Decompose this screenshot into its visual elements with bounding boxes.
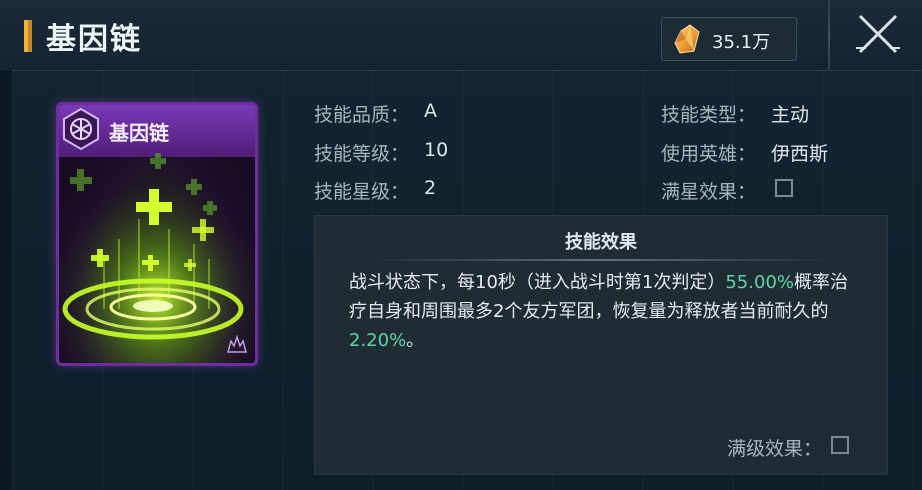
effect-title-divider (371, 259, 831, 261)
max-level-label: 满级效果： (727, 438, 823, 460)
header-divider (828, 0, 830, 70)
effect-heal-value: 2.20% (349, 330, 407, 351)
currency-value: 35.1万 (712, 32, 771, 53)
skill-quality-value: A (424, 100, 437, 122)
effect-text-part-1: 战斗状态下，每10秒（进入战斗时第1次判定） (349, 272, 726, 293)
hero-label: 使用英雄： (661, 143, 757, 165)
max-star-label: 满星效果： (661, 181, 757, 203)
skill-type-value: 主动 (771, 104, 810, 126)
skill-type-label: 技能类型： (661, 104, 757, 126)
header-bar: 基因链 35.1万 (0, 0, 922, 70)
crystal-icon (674, 24, 700, 54)
gene-chain-art (59, 149, 255, 363)
effect-chance-value: 55.00% (725, 272, 794, 293)
hero-value: 伊西斯 (771, 143, 829, 165)
skill-effect-box: 技能效果 战斗状态下，每10秒（进入战斗时第1次判定）55.00%概率治疗自身和… (314, 215, 888, 475)
skill-star-label: 技能星级： (314, 181, 410, 203)
max-level-checkbox[interactable] (831, 436, 849, 454)
skill-level-value: 10 (424, 139, 449, 161)
skill-level-label: 技能等级： (314, 143, 410, 165)
skill-card: 基因链 (56, 102, 258, 366)
max-star-checkbox[interactable] (775, 179, 793, 197)
currency-display[interactable]: 35.1万 (661, 17, 797, 61)
skill-quality-label: 技能品质： (314, 104, 410, 126)
effect-title: 技能效果 (565, 232, 637, 253)
close-button[interactable] (852, 8, 904, 60)
page-title: 基因链 (46, 22, 142, 57)
effect-text-part-3: 。 (406, 330, 425, 351)
rank-flame-icon (227, 335, 247, 353)
skill-star-value: 2 (424, 177, 437, 199)
close-icon (856, 14, 900, 54)
effect-description: 战斗状态下，每10秒（进入战斗时第1次判定）55.00%概率治疗自身和周围最多2… (349, 268, 859, 355)
hexagon-emblem-icon (63, 107, 99, 151)
card-name: 基因链 (109, 121, 169, 145)
title-accent-bar (24, 20, 32, 52)
